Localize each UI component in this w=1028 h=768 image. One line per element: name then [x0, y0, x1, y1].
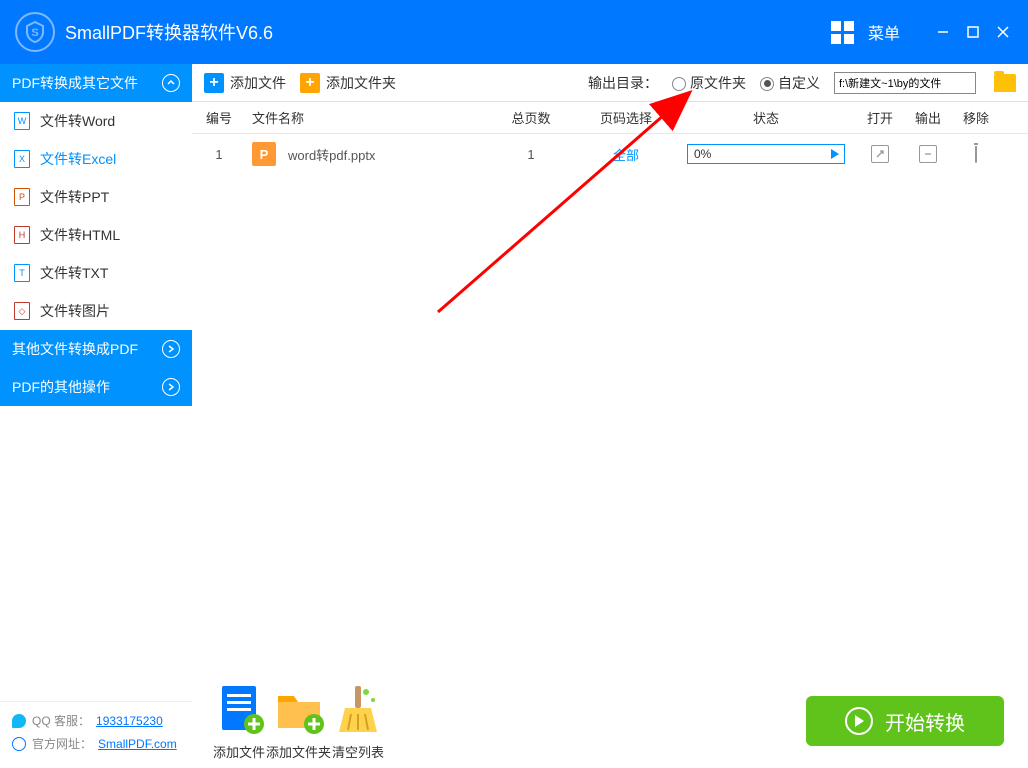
plus-icon: +: [300, 73, 320, 93]
sidebar-item-label: 文件转HTML: [40, 225, 120, 245]
chevron-down-icon: [162, 74, 180, 92]
sidebar-item-label: 文件转PPT: [40, 187, 109, 207]
radio-icon: [672, 77, 686, 91]
qq-label: QQ 客服：: [32, 712, 90, 729]
maximize-button[interactable]: [958, 17, 988, 47]
start-label: 开始转换: [885, 707, 965, 736]
col-num: 编号: [196, 108, 242, 127]
output-icon[interactable]: [919, 145, 937, 163]
html-icon: H: [14, 226, 30, 244]
sidebar-item-html[interactable]: H 文件转HTML: [0, 216, 192, 254]
close-button[interactable]: [988, 17, 1018, 47]
col-open: 打开: [856, 108, 904, 127]
add-file-icon: [212, 682, 266, 736]
file-name: word转pdf.pptx: [288, 145, 375, 164]
chevron-right-icon: [162, 340, 180, 358]
add-folder-icon: [272, 682, 326, 736]
image-icon: ◇: [14, 302, 30, 320]
radio-icon: [760, 77, 774, 91]
content: + 添加文件 + 添加文件夹 输出目录： 原文件夹 自定义 编号 文件名称 总页数 …: [192, 64, 1028, 768]
menu-grid-icon: [831, 21, 854, 44]
qq-icon: [12, 714, 26, 728]
col-name: 文件名称: [242, 108, 486, 127]
bottom-actions: 添加文件 添加文件夹 清空列表 开始转换: [192, 674, 1028, 768]
broom-icon: [331, 682, 385, 736]
row-status: 0%: [676, 144, 856, 164]
add-file-label: 添加文件: [230, 73, 286, 93]
table-row[interactable]: 1 Pword转pdf.pptx 1 全部 0%: [192, 134, 1028, 174]
output-path-input[interactable]: [834, 72, 976, 94]
word-icon: W: [14, 112, 30, 130]
sidebar-item-excel[interactable]: X 文件转Excel: [0, 140, 192, 178]
plus-icon: +: [204, 73, 224, 93]
start-convert-button[interactable]: 开始转换: [806, 696, 1004, 746]
toolbar: + 添加文件 + 添加文件夹 输出目录： 原文件夹 自定义: [192, 64, 1028, 102]
app-title: SmallPDF转换器软件V6.6: [65, 19, 831, 45]
minimize-button[interactable]: [928, 17, 958, 47]
row-delete: [952, 147, 1000, 162]
play-icon: [826, 145, 844, 163]
sidebar-item-label: 文件转Excel: [40, 149, 116, 169]
progress-bar[interactable]: 0%: [687, 144, 845, 164]
section-label: PDF的其他操作: [12, 377, 110, 397]
big-clear-button[interactable]: 清空列表: [331, 682, 385, 761]
sidebar-item-label: 文件转图片: [40, 301, 110, 321]
row-name: Pword转pdf.pptx: [242, 142, 486, 166]
section-label: PDF转换成其它文件: [12, 73, 138, 93]
col-out: 输出: [904, 108, 952, 127]
ie-icon: [12, 737, 26, 751]
trash-icon[interactable]: [975, 146, 977, 163]
titlebar: S SmallPDF转换器软件V6.6 菜单: [0, 0, 1028, 64]
row-open: [856, 145, 904, 163]
txt-icon: T: [14, 264, 30, 282]
open-icon[interactable]: [871, 145, 889, 163]
progress-text: 0%: [688, 147, 826, 161]
col-pages: 总页数: [486, 108, 576, 127]
col-status: 状态: [676, 108, 856, 127]
sidebar-section-pdf-to-other[interactable]: PDF转换成其它文件: [0, 64, 192, 102]
section-label: 其他文件转换成PDF: [12, 339, 138, 359]
big-clear-label: 清空列表: [332, 742, 384, 761]
big-add-folder-label: 添加文件夹: [266, 742, 331, 761]
col-del: 移除: [952, 108, 1000, 127]
row-num: 1: [196, 147, 242, 162]
sidebar-item-txt[interactable]: T 文件转TXT: [0, 254, 192, 292]
add-file-button[interactable]: + 添加文件: [204, 73, 286, 93]
sidebar: PDF转换成其它文件 W文件转Word X文件转Excel P文件转PPT H文…: [0, 64, 192, 768]
radio-custom-folder[interactable]: 自定义: [760, 73, 820, 93]
site-label: 官方网址：: [32, 735, 92, 752]
sidebar-footer: QQ 客服： 1933175230 官方网址： SmallPDF.com: [0, 701, 192, 768]
sidebar-item-image[interactable]: ◇ 文件转图片: [0, 292, 192, 330]
menu-label: 菜单: [868, 20, 900, 44]
app-logo: S: [15, 12, 55, 52]
qq-link[interactable]: 1933175230: [96, 714, 163, 728]
row-page-select[interactable]: 全部: [576, 145, 676, 164]
big-add-file-label: 添加文件: [213, 742, 265, 761]
chevron-right-icon: [162, 378, 180, 396]
sidebar-section-pdf-other-ops[interactable]: PDF的其他操作: [0, 368, 192, 406]
browse-folder-button[interactable]: [994, 74, 1016, 92]
row-pages: 1: [486, 147, 576, 162]
row-output: [904, 145, 952, 163]
add-folder-button[interactable]: + 添加文件夹: [300, 73, 396, 93]
col-sel: 页码选择: [576, 108, 676, 127]
big-add-file-button[interactable]: 添加文件: [212, 682, 266, 761]
sidebar-item-word[interactable]: W 文件转Word: [0, 102, 192, 140]
ppt-file-icon: P: [252, 142, 276, 166]
radio-original-folder[interactable]: 原文件夹: [672, 73, 746, 93]
add-folder-label: 添加文件夹: [326, 73, 396, 93]
excel-icon: X: [14, 150, 30, 168]
output-dir-label: 输出目录：: [588, 73, 658, 93]
sidebar-section-other-to-pdf[interactable]: 其他文件转换成PDF: [0, 330, 192, 368]
ppt-icon: P: [14, 188, 30, 206]
site-link[interactable]: SmallPDF.com: [98, 737, 177, 751]
big-add-folder-button[interactable]: 添加文件夹: [266, 682, 331, 761]
svg-text:S: S: [31, 27, 38, 39]
sidebar-item-ppt[interactable]: P 文件转PPT: [0, 178, 192, 216]
sidebar-item-label: 文件转Word: [40, 111, 115, 131]
play-circle-icon: [845, 707, 873, 735]
menu-button[interactable]: 菜单: [831, 20, 928, 44]
sidebar-item-label: 文件转TXT: [40, 263, 108, 283]
table-header: 编号 文件名称 总页数 页码选择 状态 打开 输出 移除: [192, 102, 1028, 134]
